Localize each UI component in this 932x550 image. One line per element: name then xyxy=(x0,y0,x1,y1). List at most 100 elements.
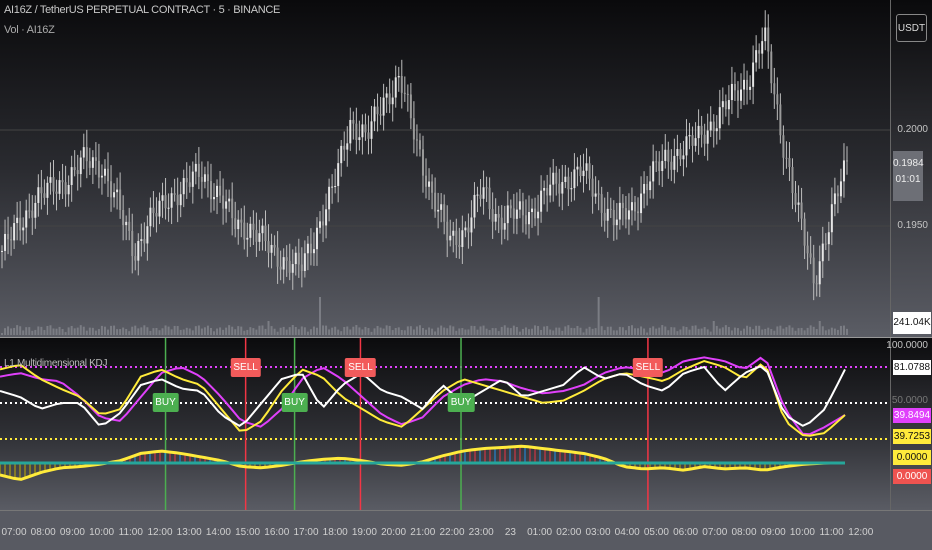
time-tick: 14:00 xyxy=(205,527,231,538)
volume-bar xyxy=(149,330,152,335)
volume-bar xyxy=(573,328,576,335)
candle-body xyxy=(736,90,739,101)
volume-bar xyxy=(476,329,479,335)
volume-bar xyxy=(743,328,746,335)
volume-bar xyxy=(400,330,403,335)
volume-bar xyxy=(643,328,646,335)
volume-bar xyxy=(297,329,300,335)
volume-bar xyxy=(664,326,667,335)
volume-bar xyxy=(700,328,703,335)
volume-bar xyxy=(739,330,742,335)
kdj-indicator-chart[interactable] xyxy=(0,338,890,510)
volume-bar xyxy=(555,327,558,335)
candlestick-chart[interactable] xyxy=(0,0,890,337)
volume-bar xyxy=(10,328,13,335)
volume-bar xyxy=(64,332,67,335)
volume-bar xyxy=(452,326,455,335)
candle-body xyxy=(809,253,812,258)
volume-bar xyxy=(285,329,288,335)
volume-bar xyxy=(815,329,818,335)
candle-body xyxy=(579,166,582,177)
volume-bar xyxy=(597,297,600,335)
candle-body xyxy=(173,193,176,195)
candle-body xyxy=(633,202,636,212)
volume-bar xyxy=(403,330,406,335)
candle-body xyxy=(16,217,19,224)
volume-bar xyxy=(561,330,564,335)
volume-bar xyxy=(733,327,736,335)
candle-body xyxy=(685,136,688,156)
volume-bar xyxy=(25,327,28,335)
candle-body xyxy=(594,193,597,197)
volume-bar xyxy=(319,297,322,335)
volume-bar xyxy=(76,327,79,335)
candle-body xyxy=(409,94,412,119)
candle-body xyxy=(82,147,85,158)
candle-body xyxy=(58,180,61,194)
time-tick: 15:00 xyxy=(235,527,261,538)
volume-bar xyxy=(627,326,630,335)
volume-bar xyxy=(376,325,379,335)
candle-body xyxy=(288,260,291,273)
volume-bar xyxy=(37,326,40,335)
indicator-axis[interactable]: 100.0000 50.0000 81.0788 39.8494 39.7253 0.… xyxy=(886,338,932,510)
volume-bar xyxy=(591,328,594,335)
volume-bar xyxy=(73,328,76,335)
time-tick: 01:00 xyxy=(527,527,553,538)
candle-body xyxy=(464,227,467,231)
candle-body xyxy=(164,195,167,209)
candle-body xyxy=(276,247,279,267)
time-axis[interactable]: 07:00 08:00 09:00 10:00 11:00 12:00 13:00 14:00… xyxy=(0,510,932,550)
candle-body xyxy=(733,83,736,91)
volume-bar xyxy=(594,328,597,335)
volume-bar xyxy=(331,327,334,335)
candle-body xyxy=(673,155,676,170)
candle-body xyxy=(649,181,652,191)
price-tick: 0.2000 xyxy=(897,124,928,135)
volume-bar xyxy=(382,328,385,335)
volume-bar xyxy=(821,326,824,335)
volume-bar xyxy=(116,329,119,335)
candle-body xyxy=(558,183,561,194)
candle-body xyxy=(116,189,119,193)
time-tick: 07:00 xyxy=(702,527,728,538)
candle-body xyxy=(791,167,794,194)
candle-body xyxy=(379,114,382,116)
volume-bar xyxy=(176,326,179,335)
candle-body xyxy=(573,169,576,189)
volume-bar xyxy=(670,327,673,335)
candle-body xyxy=(440,204,443,210)
volume-bar xyxy=(16,325,19,335)
volume-bar xyxy=(46,325,49,335)
volume-bar xyxy=(328,329,331,335)
k-line xyxy=(0,356,846,436)
price-chart-pane[interactable]: AI16Z / TetherUS PERPETUAL CONTRACT · 5 … xyxy=(0,0,890,337)
volume-bar xyxy=(134,325,137,335)
currency-button[interactable]: USDT xyxy=(896,14,927,42)
candle-body xyxy=(667,149,670,162)
volume-bar xyxy=(58,326,61,335)
candle-body xyxy=(527,212,530,225)
volume-bar xyxy=(337,329,340,335)
volume-bar xyxy=(809,325,812,335)
time-tick: 23 xyxy=(504,527,516,538)
price-axis[interactable]: USDT 0.2000 0.1950 0.1984 01:01 241.04K xyxy=(890,0,932,337)
volume-bar xyxy=(137,328,140,335)
candle-body xyxy=(821,243,824,262)
candle-body xyxy=(334,185,337,187)
candle-body xyxy=(531,208,534,213)
volume-bar xyxy=(752,329,755,335)
candle-body xyxy=(240,219,243,223)
candle-body xyxy=(325,209,328,226)
candle-body xyxy=(270,244,273,253)
volume-bar xyxy=(637,328,640,335)
time-tick: 11:00 xyxy=(819,527,844,538)
volume-bar xyxy=(437,327,440,335)
candle-body xyxy=(830,204,833,233)
indicator-pane[interactable]: L1 Multidimensional KDJ BUY SELL BUY SELL BU… xyxy=(0,338,890,510)
candle-body xyxy=(355,123,358,141)
volume-bar xyxy=(240,326,243,335)
candle-body xyxy=(267,241,270,253)
indicator-value-tag: 39.7253 xyxy=(893,429,931,444)
volume-bar xyxy=(94,330,97,335)
